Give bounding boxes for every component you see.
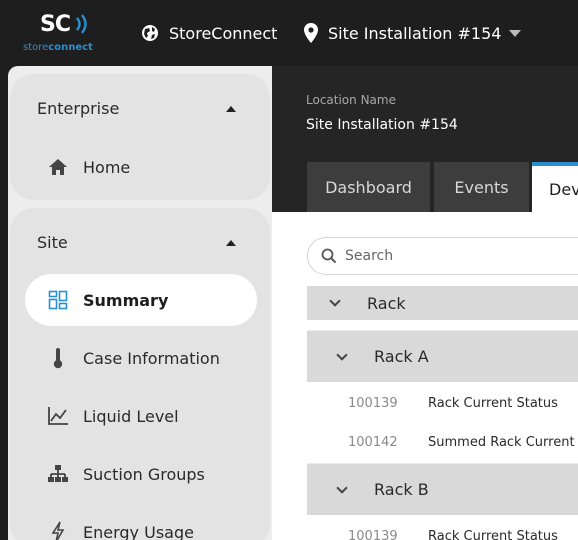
chevron-down-icon (509, 29, 522, 37)
search-icon (321, 248, 337, 264)
site-selector[interactable]: Site Installation #154 (304, 20, 522, 46)
sidebar-item-home[interactable]: Home (25, 141, 257, 193)
sidebar-item-label: Suction Groups (83, 464, 205, 484)
sidebar-group-title: Enterprise (37, 99, 120, 118)
sidebar-group-title: Site (37, 233, 68, 252)
sidebar-item-label: Liquid Level (83, 406, 179, 426)
collapse-caret-icon[interactable] (226, 240, 236, 246)
table-row[interactable]: 100142 Summed Rack Current (307, 423, 578, 461)
point-id: 100142 (348, 434, 398, 450)
point-id: 100139 (348, 528, 398, 540)
search-box[interactable] (307, 237, 578, 275)
chevron-down-icon (329, 295, 341, 307)
line-chart-icon (47, 405, 69, 427)
sidebar-item-summary[interactable]: Summary (25, 274, 257, 326)
signal-waves-icon (76, 14, 87, 34)
thermometer-icon (47, 347, 69, 369)
sidebar-item-label: Summary (83, 290, 169, 310)
rack-name: Rack B (374, 480, 429, 499)
sidebar: Enterprise Home Site Summary Case Inform… (8, 66, 272, 540)
location-label: Location Name (306, 93, 396, 107)
lightning-icon (47, 521, 69, 540)
logo-mark: SC (40, 12, 87, 37)
point-name: Rack Current Status (428, 395, 558, 411)
location-value: Site Installation #154 (306, 117, 458, 133)
tab-events[interactable]: Events (434, 162, 529, 212)
point-name: Rack Current Status (428, 528, 558, 540)
storeconnect-logo[interactable]: SC storeconnect (22, 10, 104, 58)
rack-b-header[interactable]: Rack B (307, 463, 578, 515)
table-row[interactable]: 100139 Rack Current Status (307, 517, 578, 540)
tab-devices[interactable]: Dev (532, 162, 578, 212)
hierarchy-icon (47, 463, 69, 485)
sidebar-item-label: Case Information (83, 348, 220, 368)
globe-icon (142, 25, 158, 41)
point-id: 100139 (348, 395, 398, 411)
chevron-down-icon (336, 481, 348, 494)
chevron-down-icon (336, 348, 348, 361)
rack-group-header[interactable]: Rack (307, 286, 578, 320)
store-label: StoreConnect (169, 23, 278, 43)
sidebar-item-energy-usage[interactable]: Energy Usage (25, 506, 257, 540)
sidebar-item-case-information[interactable]: Case Information (25, 332, 257, 384)
rack-group-label: Rack (367, 293, 406, 313)
sidebar-item-label: Energy Usage (83, 522, 194, 540)
table-row[interactable]: 100139 Rack Current Status (307, 384, 578, 422)
store-selector[interactable]: StoreConnect (141, 20, 277, 46)
home-icon (47, 156, 69, 178)
sidebar-item-suction-groups[interactable]: Suction Groups (25, 448, 257, 500)
sidebar-group-site: Site Summary Case Information Liquid Lev… (10, 208, 270, 540)
location-header: Location Name Site Installation #154 Das… (272, 66, 578, 212)
tab-dashboard[interactable]: Dashboard (307, 162, 430, 212)
top-bar: SC storeconnect StoreConnect Site Instal… (0, 0, 578, 66)
dashboard-grid-icon (47, 289, 69, 311)
point-name: Summed Rack Current (428, 434, 575, 450)
devices-panel: Rack Rack A 100139 Rack Current Status 1… (272, 212, 578, 540)
search-input[interactable] (345, 248, 545, 264)
site-label: Site Installation #154 (328, 23, 502, 43)
sidebar-group-enterprise: Enterprise Home (10, 74, 270, 200)
map-pin-icon (304, 23, 318, 43)
collapse-caret-icon[interactable] (226, 106, 236, 112)
sidebar-item-label: Home (83, 157, 131, 177)
sidebar-item-liquid-level[interactable]: Liquid Level (25, 390, 257, 442)
rack-name: Rack A (374, 347, 429, 366)
rack-a-header[interactable]: Rack A (307, 330, 578, 382)
logo-wordmark: storeconnect (23, 42, 93, 53)
